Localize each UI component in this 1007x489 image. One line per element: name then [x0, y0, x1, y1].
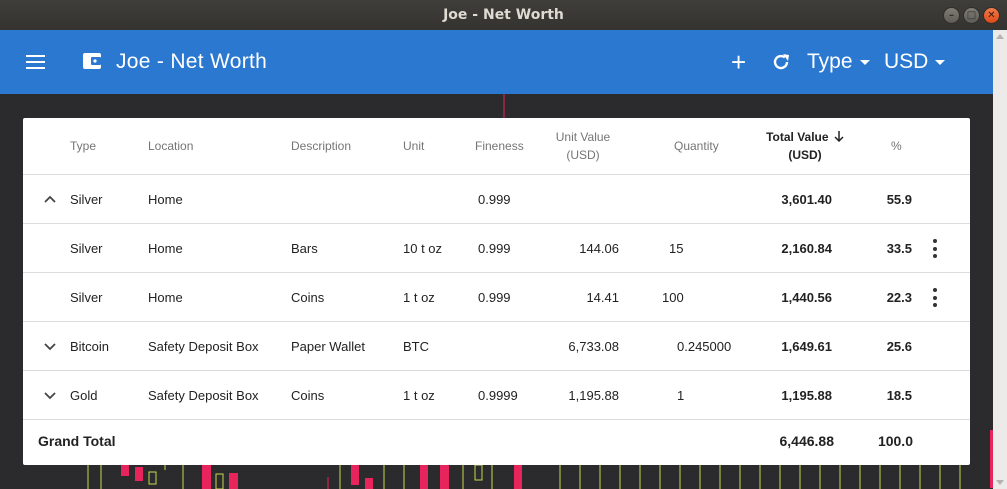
cell-location: Home — [148, 192, 183, 207]
cell-unit-value: 6,733.08 — [568, 339, 619, 354]
more-vert-icon[interactable] — [931, 288, 939, 307]
cell-total: 1,440.56 — [781, 290, 832, 305]
header-unit-value[interactable]: Unit Value (USD) — [543, 128, 623, 164]
cell-location: Safety Deposit Box — [148, 339, 259, 354]
header-quantity[interactable]: Quantity — [674, 137, 719, 155]
cell-unit: BTC — [403, 339, 429, 354]
net-worth-table-card: Type Location Description Unit Fineness … — [23, 118, 970, 465]
table-group-row[interactable]: Silver Home 0.999 3,601.40 55.9 — [23, 175, 970, 224]
header-unit-value-line1: Unit Value — [555, 130, 611, 144]
refresh-button[interactable] — [771, 46, 793, 78]
menu-icon[interactable] — [26, 55, 45, 69]
cell-location: Home — [148, 290, 183, 305]
type-dropdown-label: Type — [807, 50, 853, 73]
header-percent[interactable]: % — [891, 137, 902, 155]
caret-down-icon — [935, 59, 946, 65]
cell-percent: 18.5 — [886, 388, 912, 403]
header-total-value[interactable]: Total Value (USD) — [759, 128, 851, 164]
cell-fineness: 0.999 — [478, 192, 511, 207]
cell-unit-value: 1,195.88 — [568, 388, 619, 403]
grand-total-row: Grand Total 6,446.88 100.0 — [23, 418, 970, 465]
currency-dropdown[interactable]: USD — [884, 46, 946, 78]
cell-total: 1,195.88 — [781, 388, 832, 403]
cell-location: Home — [148, 241, 183, 256]
arrow-down-icon — [834, 131, 844, 143]
caret-down-icon — [859, 59, 870, 65]
header-total-value-line2: (USD) — [788, 148, 822, 162]
chevron-up-icon[interactable] — [43, 192, 57, 206]
cell-fineness: 0.999 — [478, 290, 511, 305]
cell-type: Gold — [70, 388, 98, 403]
cell-location: Safety Deposit Box — [148, 388, 259, 403]
cell-total: 1,649.61 — [781, 339, 832, 354]
window-controls: – □ ✕ — [943, 7, 1000, 24]
chevron-down-icon[interactable] — [43, 388, 57, 402]
cell-total: 3,601.40 — [781, 192, 832, 207]
wallet-icon — [83, 53, 101, 69]
app-title: Joe - Net Worth — [116, 50, 268, 73]
cell-type: Silver — [70, 192, 103, 207]
cell-fineness: 0.9999 — [478, 388, 518, 403]
cell-total: 2,160.84 — [781, 241, 832, 256]
close-button[interactable]: ✕ — [983, 7, 1000, 24]
grand-total-value: 6,446.88 — [779, 433, 835, 449]
refresh-icon — [773, 54, 789, 70]
header-total-value-line1: Total Value — [759, 128, 851, 146]
cell-description: Bars — [291, 241, 318, 256]
table-header: Type Location Description Unit Fineness … — [23, 118, 970, 175]
window-title: Joe - Net Worth — [443, 7, 564, 23]
table-row[interactable]: Silver Home Coins 1 t oz 0.999 14.41 100 1,440.… — [23, 273, 970, 322]
header-fineness[interactable]: Fineness — [475, 137, 524, 155]
vertical-scrollbar[interactable] — [993, 30, 1007, 489]
header-unit[interactable]: Unit — [403, 137, 424, 155]
cell-quantity: 0.245000 — [677, 339, 732, 354]
cell-type: Bitcoin — [70, 339, 110, 354]
cell-unit: 1 t oz — [403, 388, 435, 403]
cell-quantity: 1 — [677, 388, 685, 403]
cell-percent: 25.6 — [886, 339, 912, 354]
header-unit-value-line2: (USD) — [566, 148, 600, 162]
cell-quantity: 100 — [662, 290, 684, 305]
chevron-down-icon[interactable] — [43, 339, 57, 353]
app-bar: Joe - Net Worth + Type USD — [0, 30, 993, 94]
cell-description: Coins — [291, 290, 325, 305]
cell-percent: 33.5 — [886, 241, 912, 256]
currency-dropdown-label: USD — [884, 50, 929, 73]
type-dropdown[interactable]: Type — [807, 46, 870, 78]
table-group-row[interactable]: Gold Safety Deposit Box Coins 1 t oz 0.9999 1… — [23, 371, 970, 420]
cell-description: Paper Wallet — [291, 339, 365, 354]
scroll-up-icon[interactable] — [996, 34, 1004, 39]
header-description[interactable]: Description — [291, 137, 351, 155]
minimize-button[interactable]: – — [943, 7, 960, 24]
grand-total-label: Grand Total — [38, 433, 116, 449]
window-titlebar: Joe - Net Worth – □ ✕ — [0, 0, 1007, 30]
cell-percent: 55.9 — [886, 192, 912, 207]
grand-total-percent: 100.0 — [877, 433, 913, 449]
maximize-button[interactable]: □ — [963, 7, 980, 24]
cell-unit-value: 144.06 — [579, 241, 619, 256]
more-vert-icon[interactable] — [931, 239, 939, 258]
cell-unit: 10 t oz — [403, 241, 443, 256]
cell-fineness: 0.999 — [478, 241, 511, 256]
table-group-row[interactable]: Bitcoin Safety Deposit Box Paper Wallet BTC… — [23, 322, 970, 371]
scroll-down-icon[interactable] — [996, 480, 1004, 485]
cell-type: Silver — [70, 241, 103, 256]
cell-unit: 1 t oz — [403, 290, 435, 305]
cell-quantity: 15 — [669, 241, 684, 256]
add-button[interactable]: + — [731, 46, 746, 78]
cell-unit-value: 14.41 — [586, 290, 619, 305]
header-type[interactable]: Type — [70, 137, 96, 155]
cell-description: Coins — [291, 388, 325, 403]
header-location[interactable]: Location — [148, 137, 193, 155]
table-row[interactable]: Silver Home Bars 10 t oz 0.999 144.06 15 2,160.… — [23, 224, 970, 273]
cell-percent: 22.3 — [886, 290, 912, 305]
cell-type: Silver — [70, 290, 103, 305]
